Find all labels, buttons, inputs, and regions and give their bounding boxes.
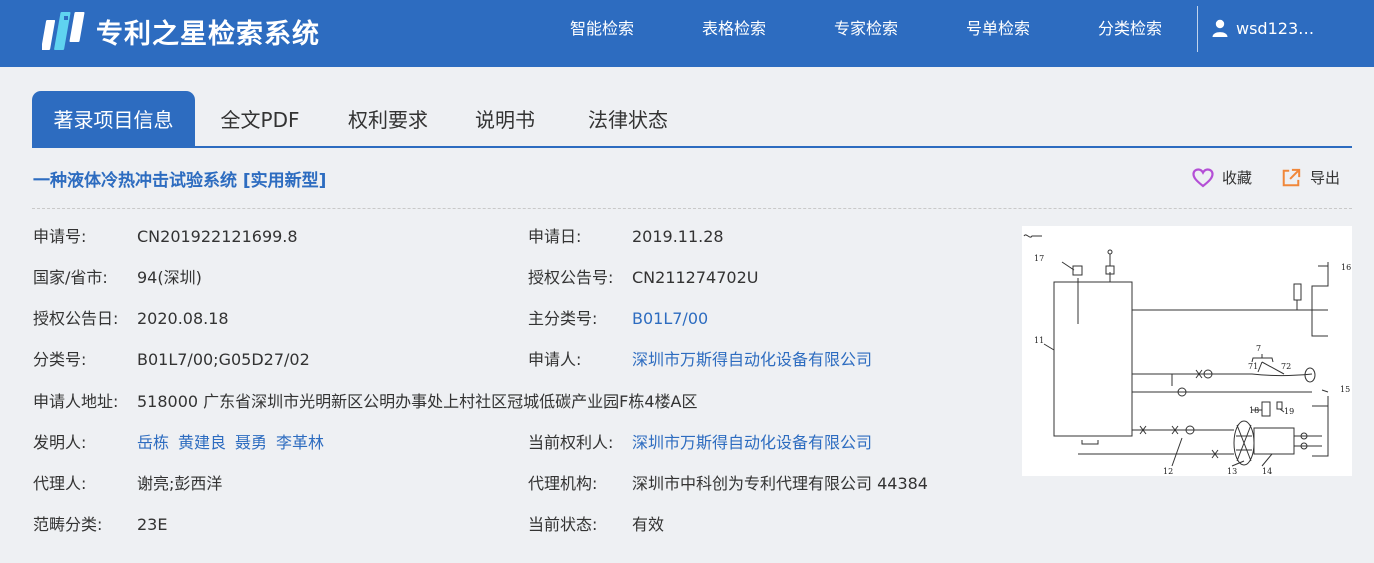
field-value-address: 518000 广东省深圳市光明新区公明办事处上村社区冠城低碳产业园F栋4楼A区 [137,392,698,411]
svg-text:17: 17 [1034,254,1044,263]
user-name: wsd123… [1236,19,1315,38]
field-label: 当前状态: [528,515,598,534]
field-label: 分类号: [33,350,87,369]
holder-link[interactable]: 深圳市万斯得自动化设备有限公司 [632,432,872,454]
svg-text:11: 11 [1034,336,1044,345]
field-label: 申请日: [528,227,582,246]
field-value-status: 有效 [632,515,665,534]
svg-text:7: 7 [1256,344,1261,353]
field-value-region: 94(深圳) [137,268,202,287]
svg-text:72: 72 [1281,362,1291,371]
svg-text:19: 19 [1284,407,1294,416]
field-value-inventors: 岳栋 黄建良 聂勇 李革林 [137,432,333,454]
section-divider [32,208,1352,209]
svg-text:16: 16 [1341,263,1351,272]
inventor-link[interactable]: 岳栋 [137,433,169,452]
user-menu[interactable]: wsd123… [1212,0,1314,58]
field-value-app-no: CN201922121699.8 [137,227,298,246]
field-value-pub-no: CN211274702U [632,268,759,287]
svg-text:71: 71 [1248,362,1258,371]
favorite-button[interactable]: 收藏 [1192,166,1252,190]
field-value-category: 23E [137,515,168,534]
brand-title: 专利之星检索系统 [96,19,320,50]
tab-claims[interactable]: 权利要求 [333,91,443,146]
nav-table-search[interactable]: 表格检索 [702,0,766,58]
field-label: 代理机构: [528,474,598,493]
export-label: 导出 [1310,169,1341,187]
export-icon [1282,168,1301,187]
field-label: 范畴分类: [33,515,103,534]
inventor-link[interactable]: 黄建良 [178,433,226,452]
field-value-app-date: 2019.11.28 [632,227,724,246]
tab-bibliographic[interactable]: 著录项目信息 [32,91,195,146]
logo-icon [42,12,85,50]
nav-expert-search[interactable]: 专家检索 [834,0,898,58]
svg-text:18: 18 [1249,406,1259,415]
field-label: 申请号: [33,227,87,246]
field-value-classes: B01L7/00;G05D27/02 [137,350,310,369]
tab-underline [32,146,1352,148]
nav-class-search[interactable]: 分类检索 [1098,0,1162,58]
field-label: 代理人: [33,474,87,493]
main-class-link[interactable]: B01L7/00 [632,308,708,330]
patent-title: 一种液体冷热冲击试验系统 [实用新型] [33,171,327,191]
top-bar: 专利之星检索系统 智能检索 表格检索 专家检索 号单检索 分类检索 wsd123… [0,0,1374,67]
nav-smart-search[interactable]: 智能检索 [570,0,634,58]
favorite-label: 收藏 [1222,169,1253,187]
svg-text:14: 14 [1262,467,1272,476]
field-label: 国家/省市: [33,268,108,287]
heart-icon [1192,168,1214,188]
field-label: 授权公告号: [528,268,614,287]
field-value-agent: 谢亮;彭西洋 [137,474,223,493]
user-icon [1212,19,1228,37]
field-value-agency: 深圳市中科创为专利代理有限公司 44384 [632,474,928,493]
inventor-link[interactable]: 李革林 [276,433,324,452]
export-button[interactable]: 导出 [1280,166,1340,190]
field-label: 主分类号: [528,309,598,328]
nav-divider [1197,6,1198,52]
tab-fulltext-pdf[interactable]: 全文PDF [205,91,315,146]
patent-schematic: 17 16 11 7 71 72 15 18 19 12 13 14 [1023,234,1351,476]
svg-text:15: 15 [1340,385,1350,394]
field-label: 授权公告日: [33,309,119,328]
field-label: 申请人: [528,350,582,369]
applicant-link[interactable]: 深圳市万斯得自动化设备有限公司 [632,349,872,371]
field-label: 当前权利人: [528,433,614,452]
tab-legal-status[interactable]: 法律状态 [573,91,683,146]
field-value-pub-date: 2020.08.18 [137,309,229,328]
patent-drawing[interactable]: 17 16 11 7 71 72 15 18 19 12 13 14 [1022,226,1352,476]
inventor-link[interactable]: 聂勇 [235,433,267,452]
nav-number-search[interactable]: 号单检索 [966,0,1030,58]
tab-description[interactable]: 说明书 [460,91,550,146]
field-label: 发明人: [33,433,87,452]
field-label: 申请人地址: [33,392,119,411]
svg-text:12: 12 [1163,467,1173,476]
svg-text:13: 13 [1227,467,1237,476]
